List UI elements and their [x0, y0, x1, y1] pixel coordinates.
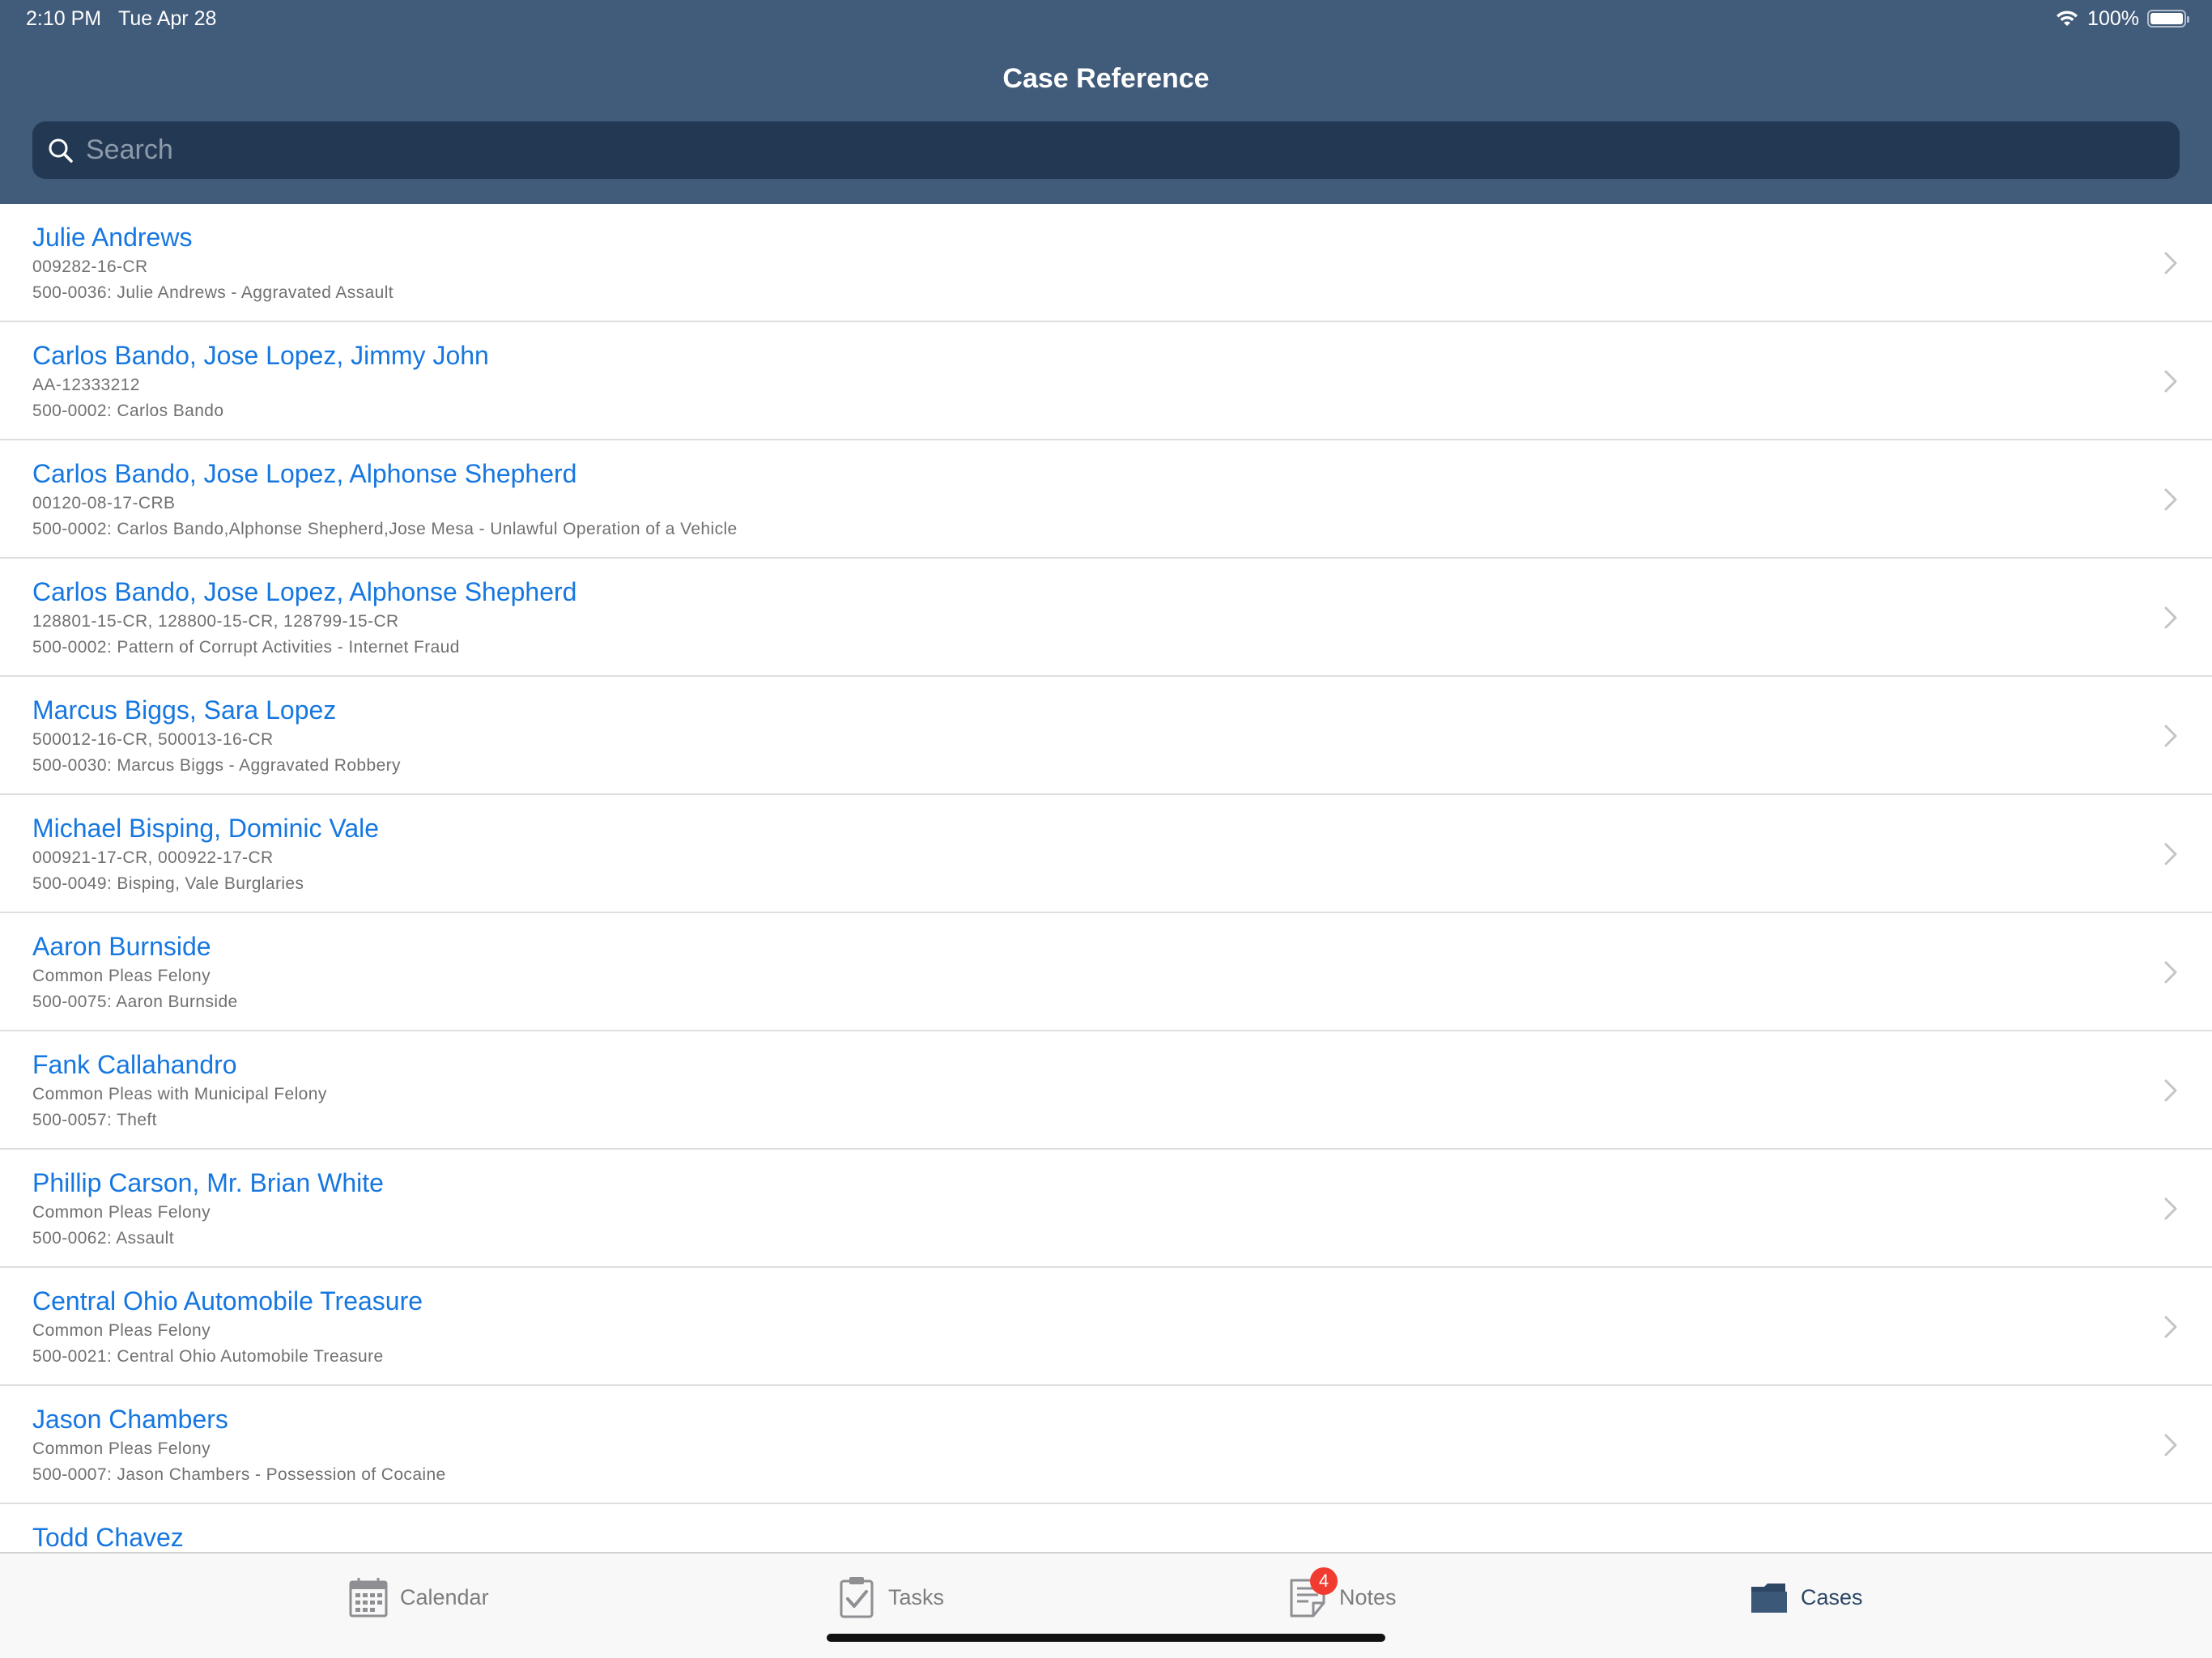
chevron-right-icon — [2164, 488, 2177, 511]
tab-label: Tasks — [888, 1584, 945, 1609]
chevron-right-icon — [2164, 606, 2177, 629]
case-number: Common Pleas Felony — [32, 1439, 211, 1458]
case-list[interactable]: Julie Andrews 009282-16-CR 500-0036: Jul… — [0, 204, 2212, 1552]
case-number: 009282-16-CR — [32, 257, 148, 276]
tasks-icon — [840, 1577, 874, 1618]
battery-icon — [2147, 10, 2189, 28]
chevron-right-icon — [2164, 1434, 2177, 1456]
case-description: 500-0049: Bisping, Vale Burglaries — [32, 874, 304, 893]
case-name: Jason Chambers — [32, 1405, 228, 1434]
case-row[interactable]: Julie Andrews 009282-16-CR 500-0036: Jul… — [0, 204, 2212, 322]
search-icon — [49, 138, 73, 163]
case-row[interactable]: Phillip Carson, Mr. Brian White Common P… — [0, 1150, 2212, 1268]
case-row[interactable]: Todd Chavez — [0, 1504, 2212, 1552]
case-row[interactable]: Central Ohio Automobile Treasure Common … — [0, 1268, 2212, 1386]
status-time: 2:10 PM — [26, 7, 102, 30]
case-name: Fank Callahandro — [32, 1050, 237, 1079]
tab-label: Cases — [1801, 1584, 1863, 1609]
tab-tasks[interactable]: Tasks — [836, 1573, 944, 1622]
tab-label: Calendar — [400, 1584, 489, 1609]
case-name: Central Ohio Automobile Treasure — [32, 1286, 423, 1316]
search-bar[interactable] — [32, 121, 2180, 179]
tab-cases[interactable]: Cases — [1749, 1573, 1863, 1622]
case-row[interactable]: Fank Callahandro Common Pleas with Munic… — [0, 1031, 2212, 1150]
case-number: Common Pleas Felony — [32, 1321, 211, 1340]
case-number: Common Pleas Felony — [32, 1203, 211, 1222]
case-description: 500-0002: Carlos Bando — [32, 402, 224, 420]
notes-badge: 4 — [1310, 1567, 1338, 1595]
tab-calendar[interactable]: Calendar — [348, 1573, 489, 1622]
battery-percent: 100% — [2087, 6, 2139, 30]
calendar-icon — [349, 1578, 388, 1618]
chevron-right-icon — [2164, 1197, 2177, 1220]
case-row[interactable]: Michael Bisping, Dominic Vale 000921-17-… — [0, 795, 2212, 913]
status-date: Tue Apr 28 — [118, 7, 217, 30]
case-row[interactable]: Aaron Burnside Common Pleas Felony 500-0… — [0, 913, 2212, 1031]
case-name: Carlos Bando, Jose Lopez, Alphonse Sheph… — [32, 459, 577, 488]
chevron-right-icon — [2164, 370, 2177, 393]
case-row[interactable]: Jason Chambers Common Pleas Felony 500-0… — [0, 1386, 2212, 1504]
case-name: Marcus Biggs, Sara Lopez — [32, 695, 337, 725]
chevron-right-icon — [2164, 252, 2177, 274]
case-number: Common Pleas Felony — [32, 967, 211, 985]
case-description: 500-0036: Julie Andrews - Aggravated Ass… — [32, 283, 394, 302]
case-description: 500-0002: Pattern of Corrupt Activities … — [32, 638, 460, 657]
case-description: 500-0075: Aaron Burnside — [32, 993, 238, 1011]
case-description: 500-0021: Central Ohio Automobile Treasu… — [32, 1347, 384, 1366]
case-description: 500-0007: Jason Chambers - Possession of… — [32, 1465, 446, 1484]
case-name: Aaron Burnside — [32, 932, 211, 961]
tab-label: Notes — [1339, 1584, 1397, 1609]
folder-icon — [1751, 1584, 1787, 1613]
case-name: Carlos Bando, Jose Lopez, Alphonse Sheph… — [32, 577, 577, 606]
case-number: 128801-15-CR, 128800-15-CR, 128799-15-CR — [32, 612, 399, 631]
navigation-header: 2:10 PM Tue Apr 28 100% Case Reference — [0, 0, 2212, 204]
search-input[interactable] — [76, 121, 2180, 179]
chevron-right-icon — [2164, 1079, 2177, 1102]
case-row[interactable]: Carlos Bando, Jose Lopez, Alphonse Sheph… — [0, 440, 2212, 559]
case-name: Julie Andrews — [32, 223, 193, 252]
page-title: Case Reference — [1002, 63, 1210, 94]
case-description: 500-0057: Theft — [32, 1111, 157, 1129]
case-name: Phillip Carson, Mr. Brian White — [32, 1168, 384, 1197]
tab-bar: Calendar Tasks 4 Notes Cases — [0, 1552, 2212, 1658]
chevron-right-icon — [2164, 725, 2177, 747]
case-number: AA-12333212 — [32, 376, 140, 394]
case-row[interactable]: Carlos Bando, Jose Lopez, Alphonse Sheph… — [0, 559, 2212, 677]
case-name: Carlos Bando, Jose Lopez, Jimmy John — [32, 341, 489, 370]
case-number: 000921-17-CR, 000922-17-CR — [32, 848, 274, 867]
chevron-right-icon — [2164, 843, 2177, 865]
chevron-right-icon — [2164, 961, 2177, 984]
case-description: 500-0062: Assault — [32, 1229, 174, 1248]
case-description: 500-0030: Marcus Biggs - Aggravated Robb… — [32, 756, 401, 775]
case-name: Todd Chavez — [32, 1523, 184, 1552]
case-number: Common Pleas with Municipal Felony — [32, 1085, 327, 1103]
case-row[interactable]: Carlos Bando, Jose Lopez, Jimmy John AA-… — [0, 322, 2212, 440]
home-indicator[interactable] — [827, 1634, 1385, 1642]
status-indicators: 100% — [2055, 6, 2189, 31]
wifi-icon — [2057, 11, 2078, 26]
case-number: 500012-16-CR, 500013-16-CR — [32, 730, 274, 749]
case-name: Michael Bisping, Dominic Vale — [32, 814, 380, 843]
case-description: 500-0002: Carlos Bando,Alphonse Shepherd… — [32, 520, 738, 538]
notes-icon-wrapper: 4 — [1287, 1567, 1338, 1619]
chevron-right-icon — [2164, 1316, 2177, 1338]
case-row[interactable]: Marcus Biggs, Sara Lopez 500012-16-CR, 5… — [0, 677, 2212, 795]
tab-notes[interactable]: 4 Notes — [1287, 1567, 1397, 1622]
case-number: 00120-08-17-CRB — [32, 494, 176, 512]
